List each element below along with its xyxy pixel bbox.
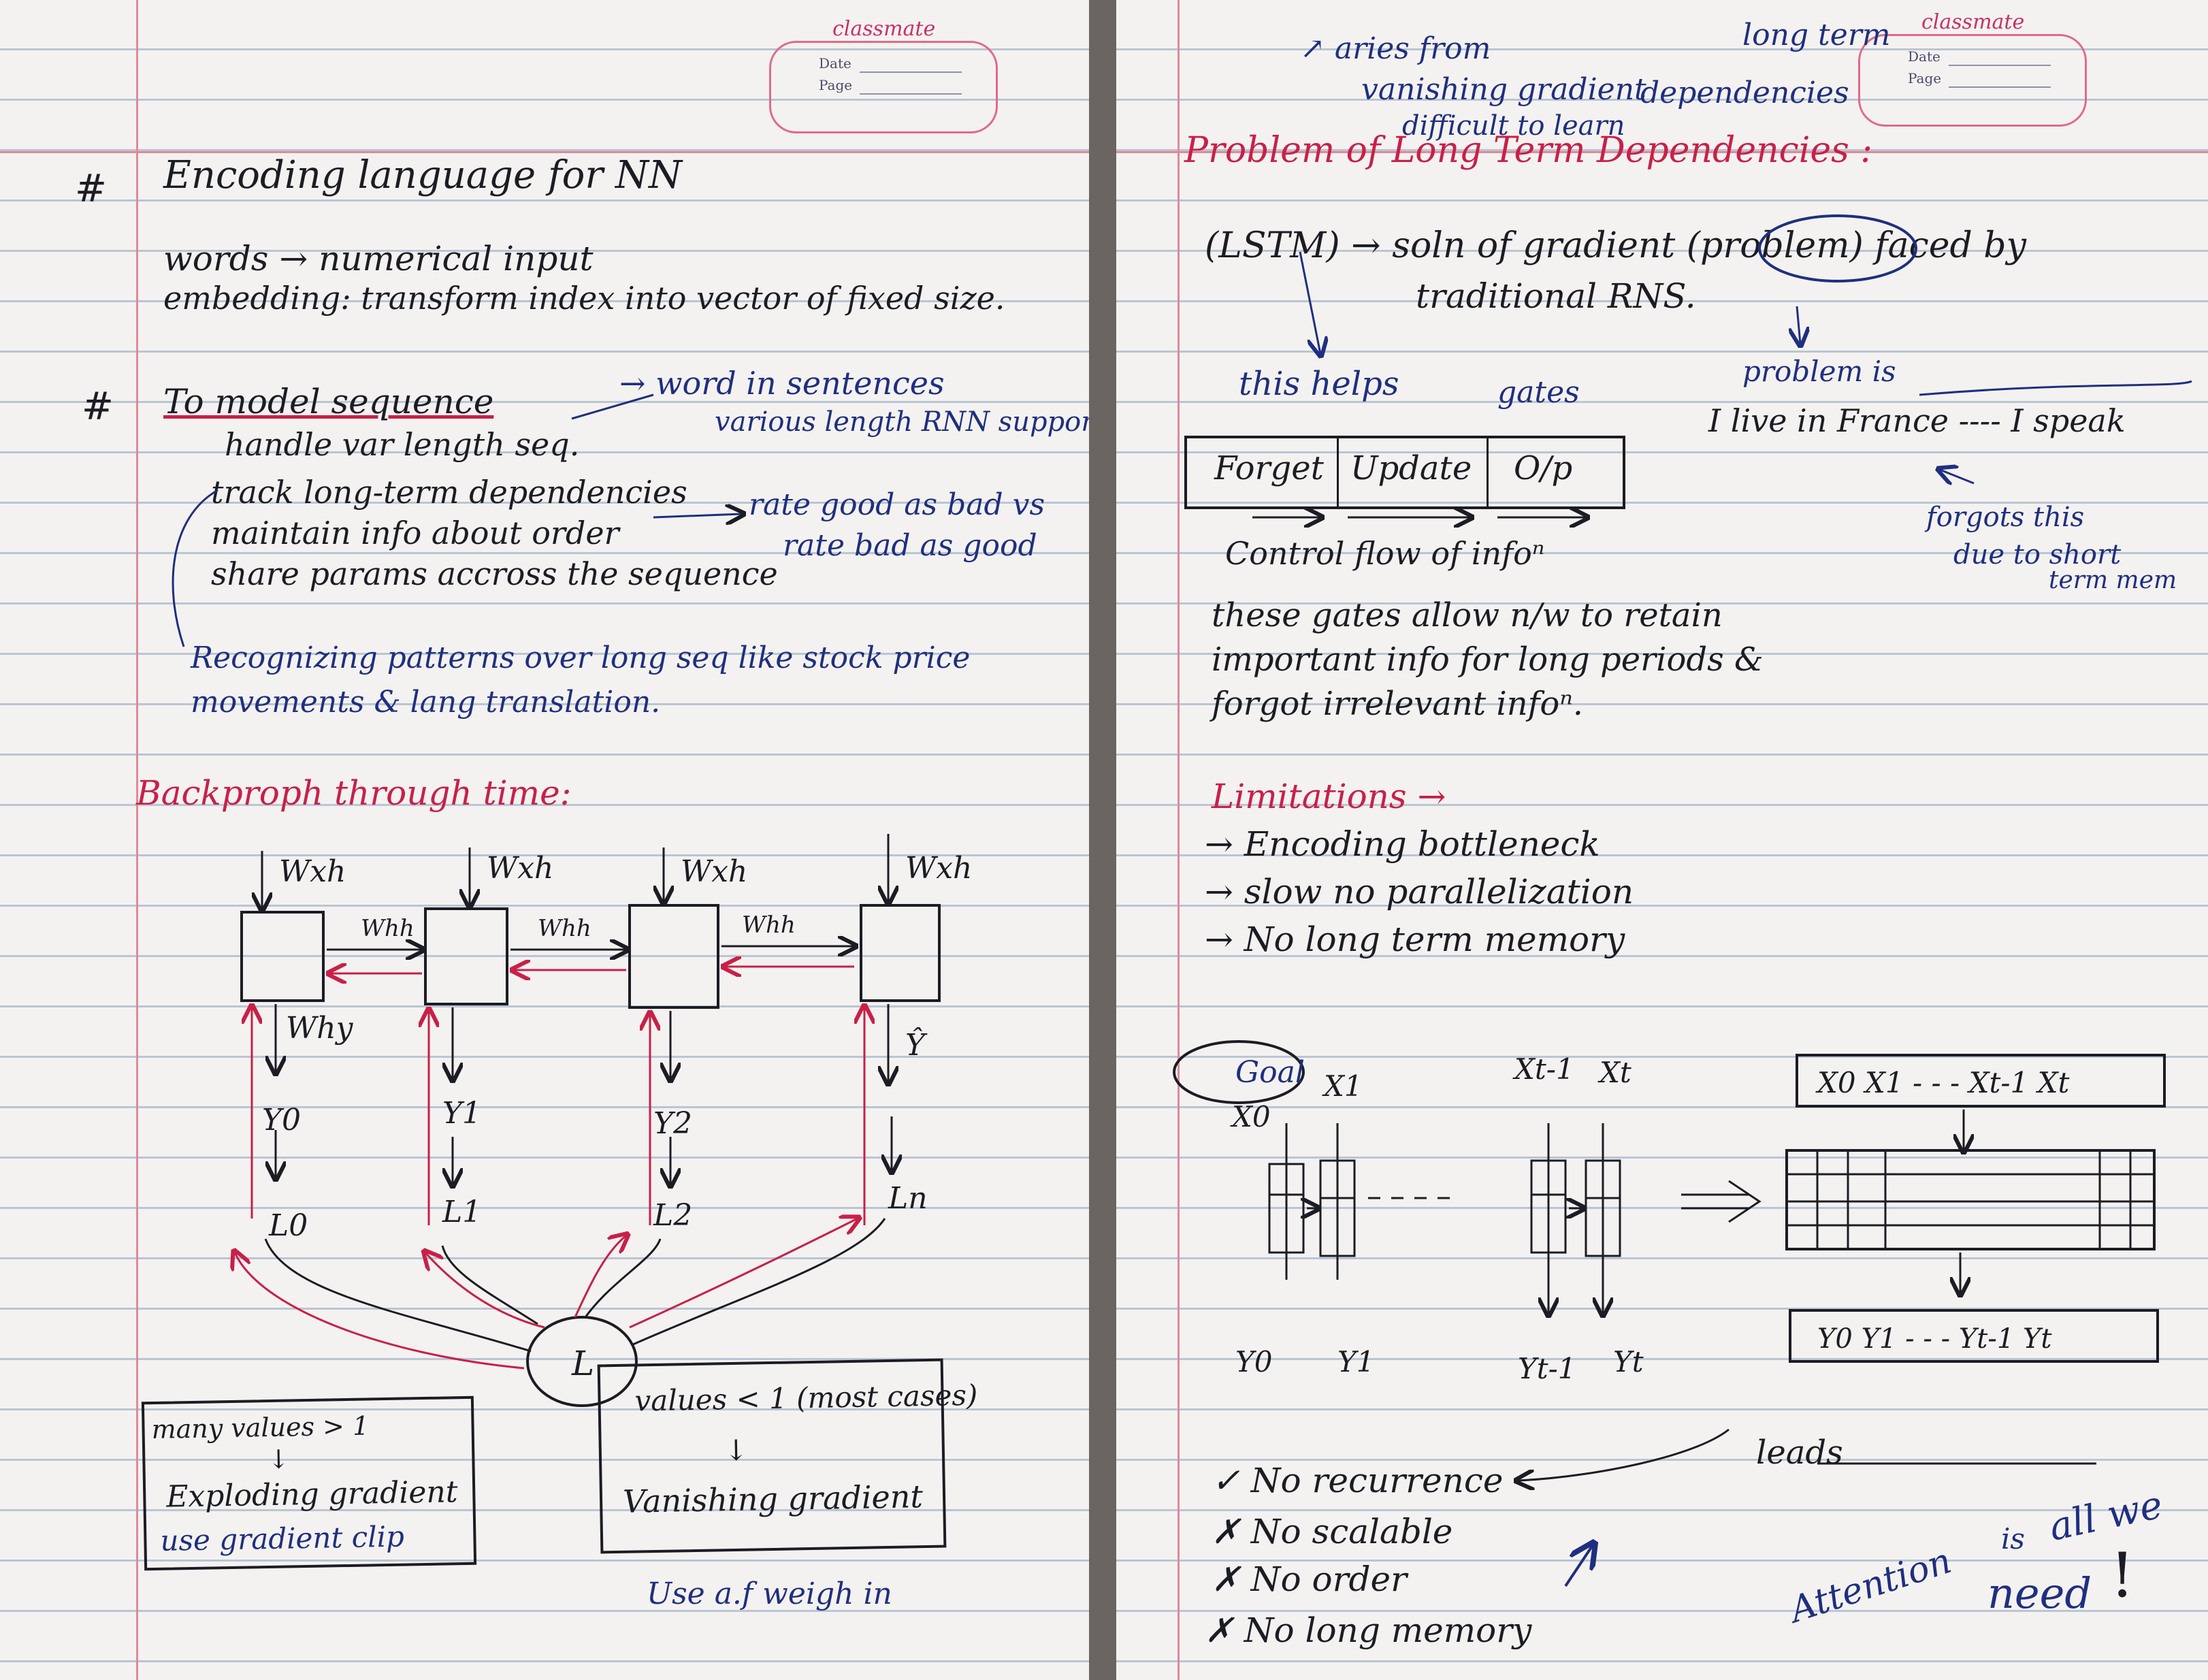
note-arrow	[571, 393, 654, 420]
red-loss-curve-3	[629, 1218, 858, 1329]
rnn-input-x1: X1	[1322, 1069, 1363, 1103]
vanishing-gradient-label: Vanishing gradient	[622, 1478, 924, 1520]
forgots-arrow	[1940, 470, 1975, 483]
why-label: Why	[286, 1011, 354, 1046]
whh-label-2: Whh	[742, 911, 796, 939]
attention-need: need	[1987, 1568, 2092, 1618]
output-y0: Y0	[262, 1103, 301, 1137]
loss-ln: Ln	[888, 1181, 928, 1216]
exploding-down-arrow: ↓	[267, 1444, 290, 1475]
wxh-label-1: Wxh	[487, 851, 553, 886]
loss-curve-3	[632, 1218, 886, 1346]
leads-label: leads	[1756, 1434, 1843, 1472]
attention-input-sequence: X0 X1 - - - Xt-1 Xt	[1815, 1066, 2070, 1099]
problem-underline	[1919, 380, 2192, 396]
vanishing-gradient-box: values < 1 (most cases) ↓ Vanishing grad…	[597, 1358, 978, 1554]
whh-label-1: Whh	[538, 915, 591, 942]
exploding-condition: many values > 1	[151, 1410, 370, 1445]
check-no-order: ✗ No order	[1212, 1560, 1408, 1599]
red-loss-curve-2	[574, 1235, 626, 1318]
goal-label: Goal	[1235, 1055, 1305, 1090]
wxh-label-3: Wxh	[905, 851, 972, 886]
total-loss-label: L	[571, 1344, 594, 1383]
loss-l2: L2	[653, 1198, 692, 1233]
rnn-output-y0: Y0	[1235, 1345, 1272, 1378]
rnn-output-y1: Y1	[1337, 1345, 1374, 1378]
vanishing-condition: values < 1 (most cases)	[634, 1378, 978, 1418]
this-helps-arrow	[1299, 251, 1320, 354]
output-y1: Y1	[442, 1096, 481, 1131]
loss-l0: L0	[268, 1208, 308, 1243]
attention-arrow	[1564, 1545, 1593, 1587]
vanishing-note: Use a.f weigh in	[647, 1577, 892, 1611]
check-no-scalable: ✗ No scalable	[1212, 1512, 1453, 1551]
problem-arrow	[1797, 306, 1800, 344]
implies-arrow-head	[1728, 1180, 1761, 1223]
attention-exclamation: !	[2110, 1540, 2135, 1611]
check-no-long-memory: ✗ No long memory	[1205, 1611, 1532, 1650]
rnn-input-x0: X0	[1230, 1100, 1271, 1133]
problem-circle	[1758, 214, 1917, 282]
exploding-gradient-label: Exploding gradient	[165, 1474, 458, 1515]
wxh-label-0: Wxh	[279, 854, 346, 889]
left-notebook-page: classmate Date Page # Encoding language …	[0, 0, 1089, 1680]
attention-is-word: is	[2001, 1522, 2025, 1555]
rnn-cell-0	[240, 911, 325, 1002]
whh-label-0: Whh	[361, 915, 415, 942]
check-no-recurrence: ✓ No recurrence	[1212, 1461, 1504, 1500]
loss-l1: L1	[442, 1195, 481, 1229]
rnn-input-xt-1: Xt-1	[1512, 1052, 1574, 1086]
vanishing-down-arrow: ↓	[724, 1433, 749, 1468]
loss-curve-2	[584, 1238, 662, 1318]
leads-arrow	[1518, 1428, 1730, 1481]
bullet-bracket	[172, 489, 218, 647]
rnn-input-xt: Xt	[1597, 1056, 1631, 1089]
output-yhat: Ŷ	[905, 1027, 928, 1063]
rnn-vs-attention-diagram: Goal X0 X1 Xt-1 Xt Y0 Y1 Yt-1 Yt X0 X1 -…	[1173, 214, 2192, 1587]
gradient-clip-note: use gradient clip	[160, 1519, 405, 1557]
rnn-cell-2	[628, 904, 719, 1009]
wxh-label-2: Wxh	[681, 854, 747, 889]
attention-output-sequence: Y0 Y1 - - - Yt-1 Yt	[1817, 1323, 2052, 1355]
loss-curve-1	[441, 1245, 538, 1325]
exploding-gradient-box: many values > 1 ↓ Exploding gradient use…	[141, 1395, 477, 1571]
order-arrow	[653, 514, 742, 517]
rnn-output-yt-1: Yt-1	[1518, 1352, 1576, 1385]
right-notebook-page: classmate Date Page ↗ aries from vanishi…	[1116, 0, 2208, 1680]
red-loss-curve-0	[235, 1253, 525, 1370]
rnn-cell-1	[424, 907, 508, 1005]
output-y2: Y2	[653, 1106, 692, 1141]
rnn-cell-3	[860, 904, 941, 1002]
rnn-output-yt: Yt	[1613, 1345, 1644, 1378]
